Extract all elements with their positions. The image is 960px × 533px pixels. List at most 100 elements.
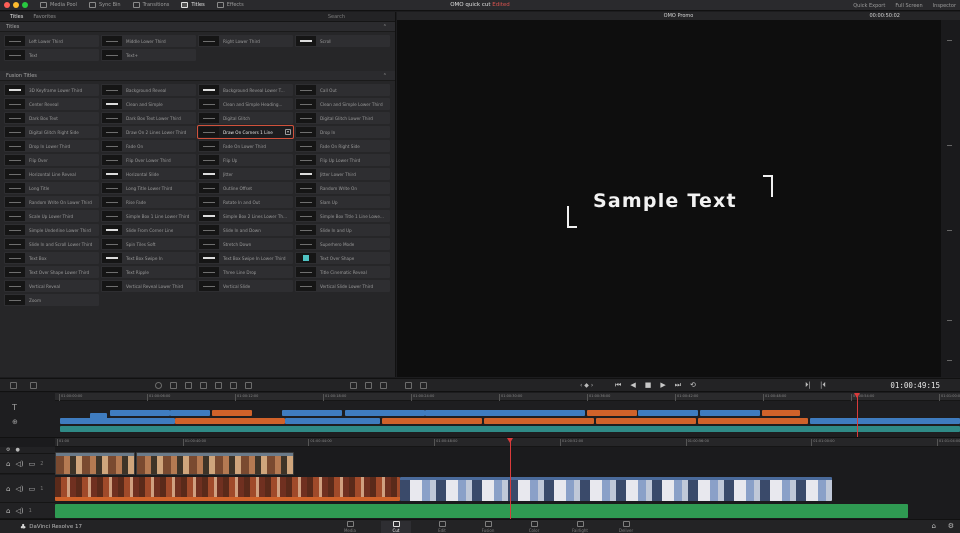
overview-clip[interactable]: [638, 410, 698, 416]
title-item[interactable]: Slide From Corner Line: [101, 224, 196, 236]
title-item[interactable]: Dark Box Text: [4, 112, 99, 124]
transform-icon[interactable]: [380, 382, 387, 389]
title-item[interactable]: Vertical Slide Lower Third: [295, 280, 390, 292]
panel-search[interactable]: Search: [328, 14, 345, 20]
settings-icon[interactable]: ⚙: [948, 522, 954, 530]
page-tab-color[interactable]: Color: [519, 521, 549, 533]
overview-clip[interactable]: [596, 418, 696, 424]
title-item[interactable]: Draw On Corners 1 Line ▾: [197, 125, 294, 139]
collapse-icon[interactable]: ⌃: [383, 73, 387, 79]
panel-tab-titles[interactable]: Titles: [10, 14, 23, 20]
title-item[interactable]: Zoom: [4, 294, 99, 306]
title-item[interactable]: Title Cinematic Reveal: [295, 266, 390, 278]
video-clip-v1[interactable]: [55, 477, 400, 501]
side-tool-icon[interactable]: [947, 40, 952, 41]
page-tab-cut[interactable]: Cut: [381, 521, 411, 533]
title-item[interactable]: Jitter: [198, 168, 293, 180]
title-item[interactable]: Fade On Right Side: [295, 140, 390, 152]
title-item[interactable]: Text Over Shape: [295, 252, 390, 264]
title-item[interactable]: Clean and Simple: [101, 98, 196, 110]
title-item[interactable]: Fade On: [101, 140, 196, 152]
fusion-titles-section-header[interactable]: Fusion Titles ⌃: [0, 71, 395, 81]
title-item[interactable]: Left Lower Third: [4, 35, 99, 47]
title-item[interactable]: Random Write On Lower Third: [4, 196, 99, 208]
side-tool-icon[interactable]: [947, 360, 952, 361]
close-window-button[interactable]: [4, 2, 10, 8]
overview-clip[interactable]: [60, 426, 960, 432]
go-to-end-button[interactable]: ⏭: [675, 381, 681, 390]
overview-clip[interactable]: [60, 418, 175, 424]
mark-out-icon[interactable]: |⏴: [820, 381, 826, 390]
overview-clip[interactable]: [425, 410, 585, 416]
lower-playhead[interactable]: [507, 438, 513, 520]
lock-track-icon[interactable]: ⌂: [6, 460, 10, 468]
lock-track-icon[interactable]: ⌂: [6, 485, 10, 493]
title-item[interactable]: Scale Up Lower Third: [4, 210, 99, 222]
title-item[interactable]: Dark Box Text Lower Third: [101, 112, 196, 124]
snapping-icon[interactable]: [10, 382, 17, 389]
title-item[interactable]: Call Out: [295, 84, 390, 96]
audio-icon[interactable]: [245, 382, 252, 389]
title-item[interactable]: Right Lower Third: [198, 35, 293, 47]
title-item[interactable]: Text Box Swipe In Lower Third: [198, 252, 293, 264]
transitions-tab[interactable]: Transitions: [127, 0, 176, 11]
title-item[interactable]: Slam Up: [295, 196, 390, 208]
title-item[interactable]: Slide In and Scroll Lower Third: [4, 238, 99, 250]
monitor-icon[interactable]: ▭: [29, 460, 36, 468]
title-item[interactable]: Simple Box Title 1 Line Lowe...: [295, 210, 390, 222]
title-item[interactable]: Background Reveal: [101, 84, 196, 96]
title-item[interactable]: Scroll: [295, 35, 390, 47]
overview-clip[interactable]: [175, 418, 285, 424]
overview-clip[interactable]: [382, 418, 482, 424]
titles-tab[interactable]: Titles: [175, 0, 210, 11]
append-icon[interactable]: [170, 382, 177, 389]
go-to-start-button[interactable]: ⏮: [615, 381, 621, 390]
upper-timeline[interactable]: T ⊕ 01:00:00:00 01:00:06:00 01:00:12:00 01:…: [0, 393, 960, 437]
upper-ruler[interactable]: 01:00:00:00 01:00:06:00 01:00:12:00 01:00:1…: [55, 393, 960, 401]
title-item[interactable]: Text Box Swipe In: [101, 252, 196, 264]
title-item[interactable]: Long Title Lower Third: [101, 182, 196, 194]
timeline-options-icon[interactable]: [420, 382, 427, 389]
page-tab-fairlight[interactable]: Fairlight: [565, 521, 595, 533]
media-pool-tab[interactable]: Media Pool: [34, 0, 83, 11]
effects-tab[interactable]: Effects: [211, 0, 250, 11]
lower-timeline[interactable]: 01:00 01:00:40:00 01:00:44:00 01:00:48:00 01…: [0, 437, 960, 520]
title-item[interactable]: Text Box: [4, 252, 99, 264]
sync-bin-tab[interactable]: Sync Bin: [83, 0, 127, 11]
title-item[interactable]: 3D Keyframe Lower Third: [4, 84, 99, 96]
page-tab-media[interactable]: Media: [335, 521, 365, 533]
title-item[interactable]: Fade On Lower Third: [198, 140, 293, 152]
title-item[interactable]: Slide In and Down: [198, 224, 293, 236]
page-tab-fusion[interactable]: Fusion: [473, 521, 503, 533]
settings-icon[interactable]: ⚙: [6, 447, 10, 453]
overview-clip[interactable]: [170, 410, 210, 416]
title-item[interactable]: Background Reveal Lower T...: [198, 84, 293, 96]
title-item[interactable]: Simple Underline Lower Third: [4, 224, 99, 236]
page-tab-edit[interactable]: Edit: [427, 521, 457, 533]
panel-tab-favorites[interactable]: Favorites: [33, 14, 56, 20]
title-item[interactable]: Flip Over: [4, 154, 99, 166]
speaker-icon[interactable]: ◁): [15, 460, 23, 468]
video-clip-v2[interactable]: [55, 452, 135, 475]
overview-clip[interactable]: [212, 410, 252, 416]
place-on-top-icon[interactable]: [215, 382, 222, 389]
title-item[interactable]: Text Ripple: [101, 266, 196, 278]
title-item[interactable]: Middle Lower Third: [101, 35, 196, 47]
overview-clip[interactable]: [282, 410, 342, 416]
page-tab-deliver[interactable]: Deliver: [611, 521, 641, 533]
viewer[interactable]: Sample Text: [397, 20, 941, 377]
title-item[interactable]: Jitter Lower Third: [295, 168, 390, 180]
title-item[interactable]: Text+: [101, 49, 196, 61]
title-item[interactable]: Rise Fade: [101, 196, 196, 208]
title-item[interactable]: Digital Glitch: [198, 112, 293, 124]
source-overwrite-icon[interactable]: [230, 382, 237, 389]
title-item[interactable]: Digital Glitch Lower Third: [295, 112, 390, 124]
title-item[interactable]: Horizontal Line Reveal: [4, 168, 99, 180]
title-item[interactable]: Rotate In and Out: [198, 196, 293, 208]
side-tool-icon[interactable]: [947, 230, 952, 231]
ripple-overwrite-icon[interactable]: [185, 382, 192, 389]
speaker-icon[interactable]: ◁): [15, 485, 23, 493]
title-item[interactable]: Text Over Shape Lower Third: [4, 266, 99, 278]
title-item[interactable]: Center Reveal: [4, 98, 99, 110]
title-item[interactable]: Random Write On: [295, 182, 390, 194]
